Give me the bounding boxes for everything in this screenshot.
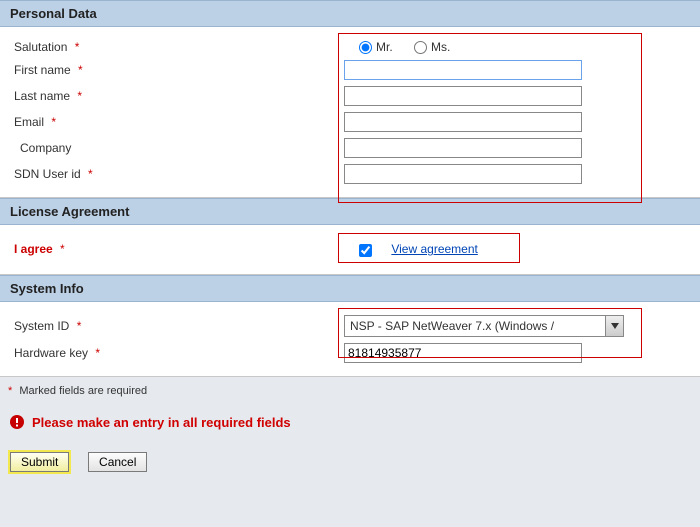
required-star: * xyxy=(60,242,65,256)
required-star: * xyxy=(95,346,100,360)
row-last-name: Last name * xyxy=(0,83,700,109)
select-system-id[interactable]: NSP - SAP NetWeaver 7.x (Windows / xyxy=(344,315,624,337)
row-company: Company xyxy=(0,135,700,161)
required-star: * xyxy=(51,115,56,129)
input-sdn[interactable] xyxy=(344,164,582,184)
radio-mr-label: Mr. xyxy=(376,40,393,54)
section-body-system: System ID * NSP - SAP NetWeaver 7.x (Win… xyxy=(0,302,700,377)
label-last-name-text: Last name xyxy=(14,89,70,103)
input-company[interactable] xyxy=(344,138,582,158)
section-header-personal: Personal Data xyxy=(0,0,700,27)
label-hw-key: Hardware key * xyxy=(14,346,344,360)
required-star: * xyxy=(77,89,82,103)
label-hw-key-text: Hardware key xyxy=(14,346,88,360)
row-hw-key: Hardware key * xyxy=(0,340,700,366)
radio-mr[interactable] xyxy=(359,41,372,54)
error-line: Please make an entry in all required fie… xyxy=(0,401,700,444)
required-star: * xyxy=(88,167,93,181)
label-system-id: System ID * xyxy=(14,319,344,333)
row-first-name: First name * xyxy=(0,57,700,83)
input-last-name[interactable] xyxy=(344,86,582,106)
radio-group-salutation: Mr. Ms. xyxy=(344,40,468,54)
select-system-id-value: NSP - SAP NetWeaver 7.x (Windows / xyxy=(345,319,605,333)
row-email: Email * xyxy=(0,109,700,135)
label-agree: I agree * xyxy=(14,242,344,256)
error-text: Please make an entry in all required fie… xyxy=(32,415,291,430)
radio-ms-wrap[interactable]: Ms. xyxy=(414,40,450,54)
section-header-license: License Agreement xyxy=(0,198,700,225)
link-view-agreement[interactable]: View agreement xyxy=(391,242,478,256)
input-first-name[interactable] xyxy=(344,60,582,80)
section-header-system: System Info xyxy=(0,275,700,302)
label-first-name: First name * xyxy=(14,63,344,77)
radio-mr-wrap[interactable]: Mr. xyxy=(359,40,393,54)
radio-ms-label: Ms. xyxy=(431,40,450,54)
section-body-personal: Salutation * Mr. Ms. First name * Last n… xyxy=(0,27,700,198)
label-last-name: Last name * xyxy=(14,89,344,103)
required-star: * xyxy=(8,385,12,397)
label-system-id-text: System ID xyxy=(14,319,69,333)
submit-button[interactable]: Submit xyxy=(10,452,69,472)
required-star: * xyxy=(75,40,80,54)
error-icon xyxy=(10,415,24,429)
radio-ms[interactable] xyxy=(414,41,427,54)
input-hw-key[interactable] xyxy=(344,343,582,363)
required-star: * xyxy=(77,319,82,333)
label-first-name-text: First name xyxy=(14,63,71,77)
chevron-down-icon[interactable] xyxy=(605,316,623,336)
row-system-id: System ID * NSP - SAP NetWeaver 7.x (Win… xyxy=(0,312,700,340)
button-row: Submit Cancel xyxy=(0,444,700,488)
required-star: * xyxy=(78,63,83,77)
row-salutation: Salutation * Mr. Ms. xyxy=(0,37,700,57)
label-email-text: Email xyxy=(14,115,44,129)
label-salutation: Salutation * xyxy=(14,40,344,54)
label-sdn: SDN User id * xyxy=(14,167,344,181)
section-body-license: I agree * View agreement xyxy=(0,225,700,274)
row-agree: I agree * View agreement xyxy=(0,239,700,259)
required-note: * Marked fields are required xyxy=(0,377,700,401)
checkbox-agree[interactable] xyxy=(359,244,372,257)
cancel-button[interactable]: Cancel xyxy=(88,452,147,472)
row-sdn: SDN User id * xyxy=(0,161,700,187)
label-agree-text: I agree xyxy=(14,242,53,256)
label-company: Company xyxy=(14,141,344,155)
label-salutation-text: Salutation xyxy=(14,40,67,54)
input-email[interactable] xyxy=(344,112,582,132)
required-note-text: Marked fields are required xyxy=(19,385,147,397)
agree-controls: View agreement xyxy=(344,242,478,256)
label-sdn-text: SDN User id xyxy=(14,167,81,181)
label-company-text: Company xyxy=(20,141,71,155)
label-email: Email * xyxy=(14,115,344,129)
